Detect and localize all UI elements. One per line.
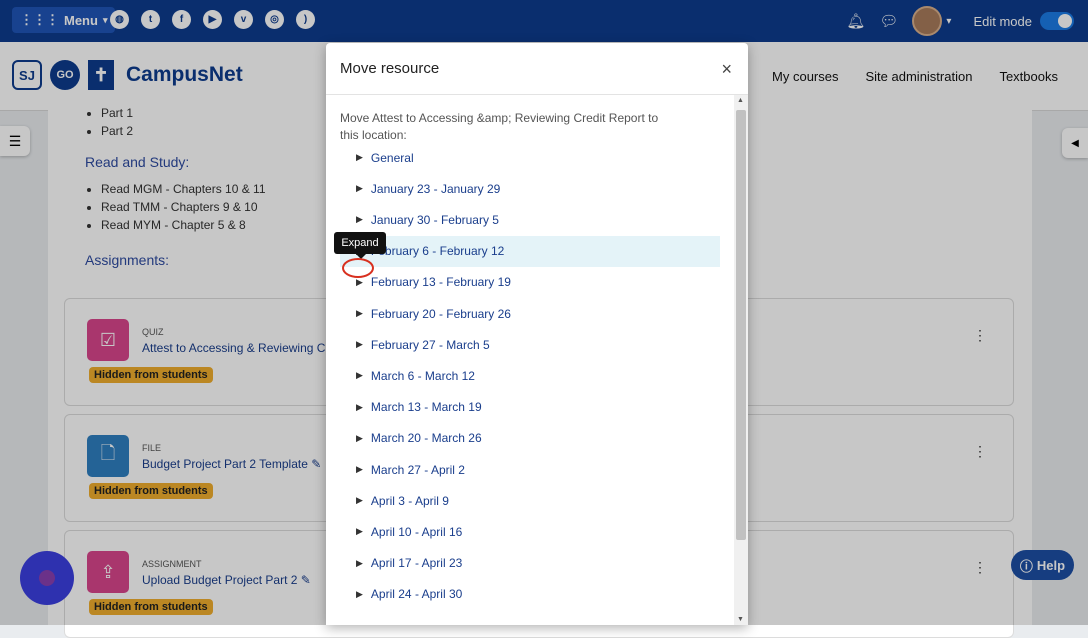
location-item[interactable]: ▶ April 17 - April 23: [340, 548, 720, 579]
location-item[interactable]: ▶ March 27 - April 2: [340, 454, 720, 485]
dialog-header: Move resource ×: [326, 43, 748, 95]
location-item[interactable]: ▶ March 20 - March 26: [340, 423, 720, 454]
location-label[interactable]: March 6 - March 12: [371, 369, 475, 383]
location-item[interactable]: ▶ January 23 - January 29: [340, 173, 720, 204]
location-label[interactable]: February 6 - February 12: [371, 244, 504, 258]
expand-caret-icon[interactable]: ▶: [356, 558, 363, 569]
location-label[interactable]: General: [371, 151, 414, 165]
location-label[interactable]: February 20 - February 26: [371, 307, 511, 321]
expand-caret-icon[interactable]: ▶: [356, 495, 363, 506]
location-item[interactable]: ▶ February 20 - February 26: [340, 298, 720, 329]
location-label[interactable]: March 27 - April 2: [371, 463, 465, 477]
location-item[interactable]: ▶ General: [340, 142, 720, 173]
expand-caret-icon[interactable]: ▶: [356, 214, 363, 225]
expand-caret-icon[interactable]: ▶: [356, 277, 363, 288]
expand-caret-icon[interactable]: ▶: [356, 526, 363, 537]
location-item[interactable]: ▶ April 24 - April 30: [340, 579, 720, 610]
location-label[interactable]: April 10 - April 16: [371, 525, 462, 539]
location-item[interactable]: ▶ April 3 - April 9: [340, 485, 720, 516]
location-label[interactable]: March 13 - March 19: [371, 400, 482, 414]
dialog-scrollbar[interactable]: ▲ ▼: [734, 95, 748, 625]
location-item[interactable]: ▶ March 13 - March 19: [340, 392, 720, 423]
close-icon[interactable]: ×: [721, 59, 732, 80]
dialog-title: Move resource: [340, 60, 440, 77]
expand-tooltip: Expand: [334, 232, 386, 259]
move-resource-dialog: Move resource × Move Attest to Accessing…: [326, 43, 748, 625]
expand-caret-icon[interactable]: ▶: [356, 464, 363, 475]
location-item[interactable]: ▶February 6 - February 12: [340, 235, 720, 267]
expand-caret-icon[interactable]: ▶: [356, 183, 363, 194]
move-description: Move Attest to Accessing &amp; Reviewing…: [340, 111, 659, 142]
location-label[interactable]: April 17 - April 23: [371, 556, 462, 570]
location-label[interactable]: January 23 - January 29: [371, 182, 500, 196]
scroll-up-icon[interactable]: ▲: [737, 97, 744, 104]
location-label[interactable]: April 3 - April 9: [371, 494, 449, 508]
expand-caret-icon[interactable]: ▶: [356, 152, 363, 163]
expand-caret-icon[interactable]: ▶: [356, 339, 363, 350]
highlight-annotation: [342, 258, 374, 278]
location-label[interactable]: February 27 - March 5: [371, 338, 490, 352]
expand-caret-icon[interactable]: ▶: [356, 433, 363, 444]
location-item[interactable]: ▶ March 6 - March 12: [340, 360, 720, 391]
location-label[interactable]: March 20 - March 26: [371, 431, 482, 445]
location-label[interactable]: January 30 - February 5: [371, 213, 499, 227]
location-item[interactable]: ▶ April 10 - April 16: [340, 516, 720, 547]
location-label[interactable]: April 24 - April 30: [371, 587, 462, 601]
location-label[interactable]: February 13 - February 19: [371, 275, 511, 289]
expand-caret-icon[interactable]: ▶: [356, 370, 363, 381]
expand-caret-icon[interactable]: ▶: [356, 589, 363, 600]
scrollbar-thumb[interactable]: [736, 110, 746, 540]
expand-caret-icon[interactable]: ▶: [356, 308, 363, 319]
scroll-down-icon[interactable]: ▼: [737, 616, 744, 623]
location-item[interactable]: ▶ February 27 - March 5: [340, 329, 720, 360]
location-item[interactable]: ▶ February 13 - February 19: [340, 267, 720, 298]
location-item[interactable]: ▶ January 30 - February 5: [340, 204, 720, 235]
expand-caret-icon[interactable]: ▶: [356, 402, 363, 413]
